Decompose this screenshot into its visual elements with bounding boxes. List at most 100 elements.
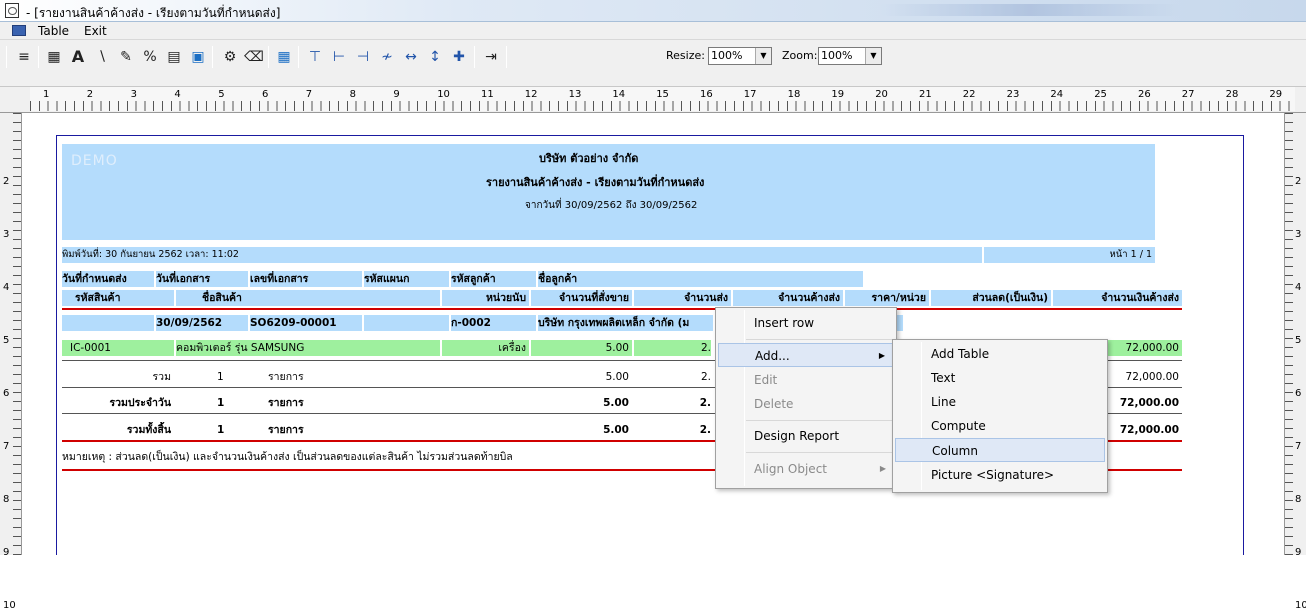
menu-design-report[interactable]: Design Report [718,424,894,448]
align-middle-icon[interactable]: ⊢ [329,46,349,68]
total-qty[interactable]: 5.00 [531,369,632,385]
submenu-line[interactable]: Line [895,390,1105,414]
menu-align-object[interactable]: Align Object ▶ [718,457,894,481]
ruler-number: 21 [919,89,932,100]
line-icon[interactable]: ∖ [92,46,112,68]
properties-icon[interactable]: ▦ [274,46,294,68]
design-icon[interactable]: ⚙ [220,46,240,68]
menu-exit[interactable]: Exit [84,24,107,38]
same-width-icon[interactable]: ↔ [401,46,421,68]
grand-total-qty[interactable]: 5.00 [531,422,632,438]
daily-total-sent[interactable]: 2. [634,395,711,411]
doc-customer-name[interactable]: บริษัท กรุงเทพผลิตเหล็ก จำกัด (ม [538,315,713,331]
total-unit[interactable]: รายการ [268,369,328,385]
page-number[interactable]: หน้า 1 / 1 [984,247,1155,263]
submenu-add-table[interactable]: Add Table [895,342,1105,366]
col-item-name[interactable]: ชื่อสินค้า [176,290,440,306]
submenu-text[interactable]: Text [895,366,1105,390]
col-due-date[interactable]: วันที่กำหนดส่ง [62,271,154,287]
toolbar-separator [212,46,213,68]
grand-total-count[interactable]: 1 [217,422,247,438]
same-height-icon[interactable]: ↕ [425,46,445,68]
submenu-compute[interactable]: Compute [895,414,1105,438]
text-icon[interactable]: A [68,46,88,68]
daily-total-label[interactable]: รวมประจำวัน [62,395,174,411]
demo-watermark: DEMO [71,153,118,169]
col-pending-amount[interactable]: จำนวนเงินค้างส่ง [1053,290,1182,306]
app-icon[interactable] [5,3,19,18]
item-unit[interactable]: เครื่อง [442,340,529,356]
align-bottom-icon[interactable]: ⊣ [353,46,373,68]
company-name[interactable]: บริษัท ตัวอย่าง จำกัด [539,149,638,167]
menu-table[interactable]: Table [38,24,69,38]
context-menu: Insert row Add... ▶ Edit Delete Design R… [715,307,897,489]
item-code[interactable]: IC-0001 [62,340,174,356]
grand-total-sent[interactable]: 2. [634,422,711,438]
ruler-ticks [1285,113,1293,555]
doc-customer-code[interactable]: ก-0002 [451,315,536,331]
print-date[interactable]: พิมพ์วันที่: 30 กันยายน 2562 เวลา: 11:02 [62,247,982,263]
col-customer-name[interactable]: ชื่อลูกค้า [538,271,863,287]
doc-number[interactable]: SO6209-00001 [250,315,362,331]
zoom-label: Zoom: [782,49,818,62]
exit-icon[interactable]: ⇥ [481,46,501,68]
col-customer-code[interactable]: รหัสลูกค้า [451,271,536,287]
chevron-down-icon[interactable]: ▼ [755,48,771,64]
grand-total-unit[interactable]: รายการ [268,422,328,438]
grand-total-label[interactable]: รวมทั้งสิ้น [62,422,174,438]
same-size-icon[interactable]: ✚ [449,46,469,68]
zoom-combo[interactable]: 100% ▼ [818,47,882,65]
col-doc-no[interactable]: เลขที่เอกสาร [250,271,362,287]
vertical-ruler-left: 2 3 4 5 6 7 8 9 10 [0,113,22,611]
align-left-icon[interactable]: ≡ [14,46,34,68]
total-amount[interactable]: 72,000.00 [1105,369,1182,385]
col-qty-pending[interactable]: จำนวนค้างส่ง [733,290,843,306]
column-icon[interactable]: ▤ [164,46,184,68]
total-sent[interactable]: 2. [634,369,711,385]
menu-delete[interactable]: Delete [718,392,894,416]
picture-icon[interactable]: ▣ [188,46,208,68]
col-discount[interactable]: ส่วนลด(เป็นเงิน) [931,290,1051,306]
col-item-code[interactable]: รหัสสินค้า [62,290,174,306]
item-sent[interactable]: 2. [634,340,711,356]
col-doc-date[interactable]: วันที่เอกสาร [156,271,248,287]
doc-due-date[interactable] [62,315,154,331]
item-amount[interactable]: 72,000.00 [1105,340,1182,356]
brush-icon[interactable]: ✎ [116,46,136,68]
vertical-ruler-right: 2 3 4 5 6 7 8 9 10 [1284,113,1306,611]
item-qty[interactable]: 5.00 [531,340,632,356]
menu-add[interactable]: Add... ▶ [718,343,894,367]
report-title[interactable]: รายงานสินค้าค้างส่ง - เรียงตามวันที่กำหน… [486,173,704,191]
date-range[interactable]: จากวันที่ 30/09/2562 ถึง 30/09/2562 [525,198,697,213]
item-name[interactable]: คอมพิวเตอร์ รุ่น SAMSUNG [176,340,440,356]
ruler-number: 2 [3,176,10,187]
menu-edit[interactable]: Edit [718,368,894,392]
submenu-column[interactable]: Column [895,438,1105,462]
align-top-icon[interactable]: ⊤ [305,46,325,68]
daily-total-unit[interactable]: รายการ [268,395,328,411]
col-unit-price[interactable]: ราคา/หน่วย [845,290,929,306]
doc-dept[interactable] [364,315,449,331]
chevron-down-icon[interactable]: ▼ [865,48,881,64]
compute-icon[interactable]: % [140,46,160,68]
daily-total-qty[interactable]: 5.00 [531,395,632,411]
daily-total-amount[interactable]: 72,000.00 [1105,395,1182,411]
resize-combo[interactable]: 100% ▼ [708,47,772,65]
header-separator-line[interactable] [62,308,1182,310]
daily-total-count[interactable]: 1 [217,395,247,411]
grand-total-amount[interactable]: 72,000.00 [1105,422,1182,438]
col-qty-ordered[interactable]: จำนวนที่สั่งขาย [531,290,632,306]
col-dept-code[interactable]: รหัสแผนก [364,271,449,287]
total-count[interactable]: 1 [217,369,247,385]
distribute-icon[interactable]: ≁ [377,46,397,68]
total-label[interactable]: รวม [62,369,174,385]
table-icon[interactable]: ▦ [44,46,64,68]
report-note[interactable]: หมายเหตุ : ส่วนลด(เป็นเงิน) และจำนวนเงิน… [62,449,722,465]
col-qty-sent[interactable]: จำนวนส่ง [634,290,731,306]
col-unit[interactable]: หน่วยนับ [442,290,529,306]
ruler-number: 14 [612,89,626,100]
eraser-icon[interactable]: ⌫ [244,46,264,68]
doc-date[interactable]: 30/09/2562 [156,315,248,331]
menu-insert-row[interactable]: Insert row [718,311,894,335]
submenu-picture-signature[interactable]: Picture <Signature> [895,463,1105,487]
